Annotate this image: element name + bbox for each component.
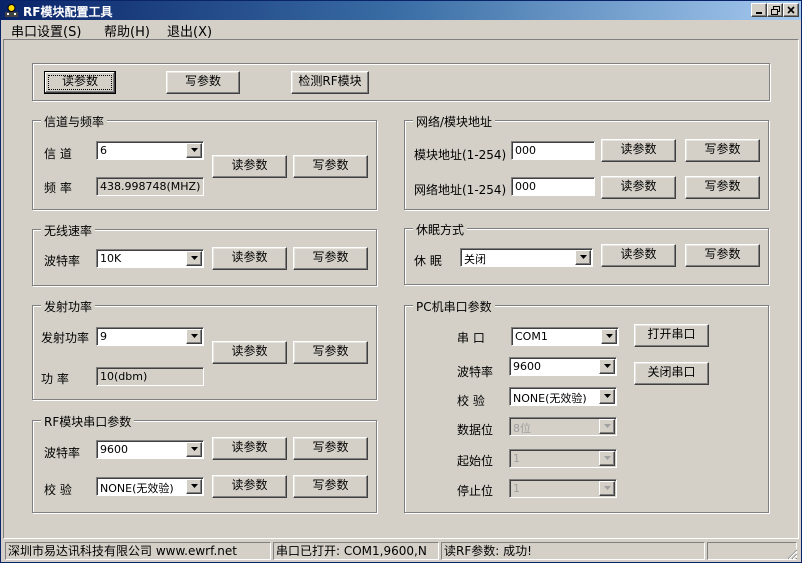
status-bar: 深圳市易达讯科技有限公司 www.ewrf.net 串口已打开: COM1,96… bbox=[3, 541, 799, 561]
minimize-button[interactable] bbox=[751, 3, 767, 17]
channel-label: 信 道 bbox=[44, 147, 72, 161]
rf-baud-write-button[interactable]: 写参数 bbox=[293, 437, 368, 460]
status-port: 串口已打开: COM1,9600,N bbox=[273, 542, 439, 560]
status-company: 深圳市易达讯科技有限公司 www.ewrf.net bbox=[5, 542, 271, 560]
network-address-read-button[interactable]: 读参数 bbox=[601, 176, 676, 199]
menu-exit[interactable]: 退出(X) bbox=[167, 21, 212, 40]
chevron-down-icon[interactable] bbox=[186, 479, 202, 494]
network-address-input[interactable]: 000 bbox=[511, 177, 595, 196]
top-action-panel bbox=[32, 63, 770, 101]
chevron-down-icon[interactable] bbox=[186, 329, 202, 344]
pc-startbit-select: 1 bbox=[509, 449, 617, 468]
sleep-select[interactable]: 关闭 bbox=[460, 248, 593, 267]
group-title: 休眠方式 bbox=[413, 221, 468, 238]
open-port-button[interactable]: 打开串口 bbox=[634, 324, 709, 347]
module-address-label: 模块地址(1-254) bbox=[414, 148, 507, 162]
maximize-button[interactable] bbox=[767, 3, 783, 17]
rf-parity-read-button[interactable]: 读参数 bbox=[212, 475, 287, 498]
resize-grip-icon[interactable] bbox=[786, 548, 798, 560]
write-all-button[interactable]: 写参数 bbox=[166, 71, 240, 94]
group-title: 网络/模块地址 bbox=[413, 113, 496, 130]
rf-parity-select[interactable]: NONE(无效验) bbox=[96, 477, 204, 496]
channel-read-button[interactable]: 读参数 bbox=[212, 155, 287, 178]
title-bar[interactable]: RF模块配置工具 bbox=[1, 1, 801, 20]
frequency-label: 频 率 bbox=[44, 181, 72, 195]
module-address-write-button[interactable]: 写参数 bbox=[685, 139, 760, 162]
power-select[interactable]: 9 bbox=[96, 327, 204, 346]
sleep-read-button[interactable]: 读参数 bbox=[601, 244, 676, 267]
group-title: 发射功率 bbox=[41, 298, 96, 315]
chevron-down-icon[interactable] bbox=[186, 143, 202, 158]
pc-parity-label: 校 验 bbox=[457, 394, 485, 408]
chevron-down-icon[interactable] bbox=[599, 359, 615, 374]
rf-parity-label: 校 验 bbox=[44, 483, 72, 497]
group-title: 信道与频率 bbox=[41, 113, 108, 130]
menu-serial-settings[interactable]: 串口设置(S) bbox=[11, 21, 81, 40]
menu-help[interactable]: 帮助(H) bbox=[104, 21, 150, 40]
network-address-write-button[interactable]: 写参数 bbox=[685, 176, 760, 199]
chevron-down-icon bbox=[599, 481, 615, 496]
read-all-button[interactable]: 读参数 bbox=[44, 71, 116, 94]
status-empty bbox=[707, 542, 797, 560]
module-address-input[interactable]: 000 bbox=[511, 141, 595, 160]
pc-databits-label: 数据位 bbox=[457, 423, 494, 437]
app-window: RF模块配置工具 串口设置(S) 帮助(H) 退出(X) 读参数 写参数 检测R… bbox=[0, 0, 802, 563]
power-dbm-field: 10(dbm) bbox=[96, 367, 204, 386]
group-title: RF模块串口参数 bbox=[41, 413, 135, 430]
wireless-read-button[interactable]: 读参数 bbox=[212, 247, 287, 270]
group-title: PC机串口参数 bbox=[413, 298, 495, 315]
pc-parity-select[interactable]: NONE(无效验) bbox=[509, 387, 617, 406]
rf-baud-select[interactable]: 9600 bbox=[96, 440, 204, 459]
chevron-down-icon[interactable] bbox=[186, 442, 202, 457]
close-window-button[interactable] bbox=[783, 3, 799, 17]
chevron-down-icon[interactable] bbox=[599, 389, 615, 404]
restore-icon bbox=[770, 6, 780, 15]
window-title: RF模块配置工具 bbox=[23, 5, 113, 19]
chevron-down-icon bbox=[599, 451, 615, 466]
rf-baud-read-button[interactable]: 读参数 bbox=[212, 437, 287, 460]
pc-stopbit-select: 1 bbox=[509, 479, 617, 498]
wireless-baud-label: 波特率 bbox=[44, 254, 81, 268]
wireless-write-button[interactable]: 写参数 bbox=[293, 247, 368, 270]
group-title: 无线速率 bbox=[41, 222, 96, 239]
pc-port-label: 串 口 bbox=[457, 331, 485, 345]
power-dbm-label: 功 率 bbox=[41, 372, 69, 386]
sleep-label: 休 眠 bbox=[414, 254, 442, 268]
wireless-baud-select[interactable]: 10K bbox=[96, 249, 204, 268]
rf-serial-group: RF模块串口参数 bbox=[32, 413, 377, 513]
network-address-label: 网络地址(1-254) bbox=[414, 183, 507, 197]
detect-rf-button[interactable]: 检测RF模块 bbox=[291, 71, 369, 94]
status-result: 读RF参数: 成功! bbox=[441, 542, 705, 560]
chevron-down-icon[interactable] bbox=[575, 250, 591, 265]
chevron-down-icon[interactable] bbox=[186, 251, 202, 266]
power-label: 发射功率 bbox=[41, 331, 90, 345]
minimize-icon bbox=[756, 12, 762, 14]
menu-bar: 串口设置(S) 帮助(H) 退出(X) bbox=[1, 20, 801, 40]
pc-databits-select: 8位 bbox=[509, 417, 617, 436]
chevron-down-icon[interactable] bbox=[601, 329, 617, 344]
frequency-field: 438.998748(MHZ) bbox=[96, 177, 204, 196]
power-write-button[interactable]: 写参数 bbox=[293, 341, 368, 364]
channel-select[interactable]: 6 bbox=[96, 141, 204, 160]
pc-port-select[interactable]: COM1 bbox=[511, 327, 619, 346]
rf-parity-write-button[interactable]: 写参数 bbox=[293, 475, 368, 498]
module-address-read-button[interactable]: 读参数 bbox=[601, 139, 676, 162]
pc-baud-label: 波特率 bbox=[457, 365, 494, 379]
channel-write-button[interactable]: 写参数 bbox=[293, 155, 368, 178]
sleep-write-button[interactable]: 写参数 bbox=[685, 244, 760, 267]
pc-baud-select[interactable]: 9600 bbox=[509, 357, 617, 376]
power-read-button[interactable]: 读参数 bbox=[212, 341, 287, 364]
rf-baud-label: 波特率 bbox=[44, 446, 81, 460]
pc-startbit-label: 起始位 bbox=[457, 454, 494, 468]
close-icon bbox=[787, 6, 795, 14]
chevron-down-icon bbox=[599, 419, 615, 434]
pc-stopbit-label: 停止位 bbox=[457, 484, 494, 498]
close-port-button[interactable]: 关闭串口 bbox=[634, 362, 709, 385]
app-icon bbox=[5, 4, 18, 17]
